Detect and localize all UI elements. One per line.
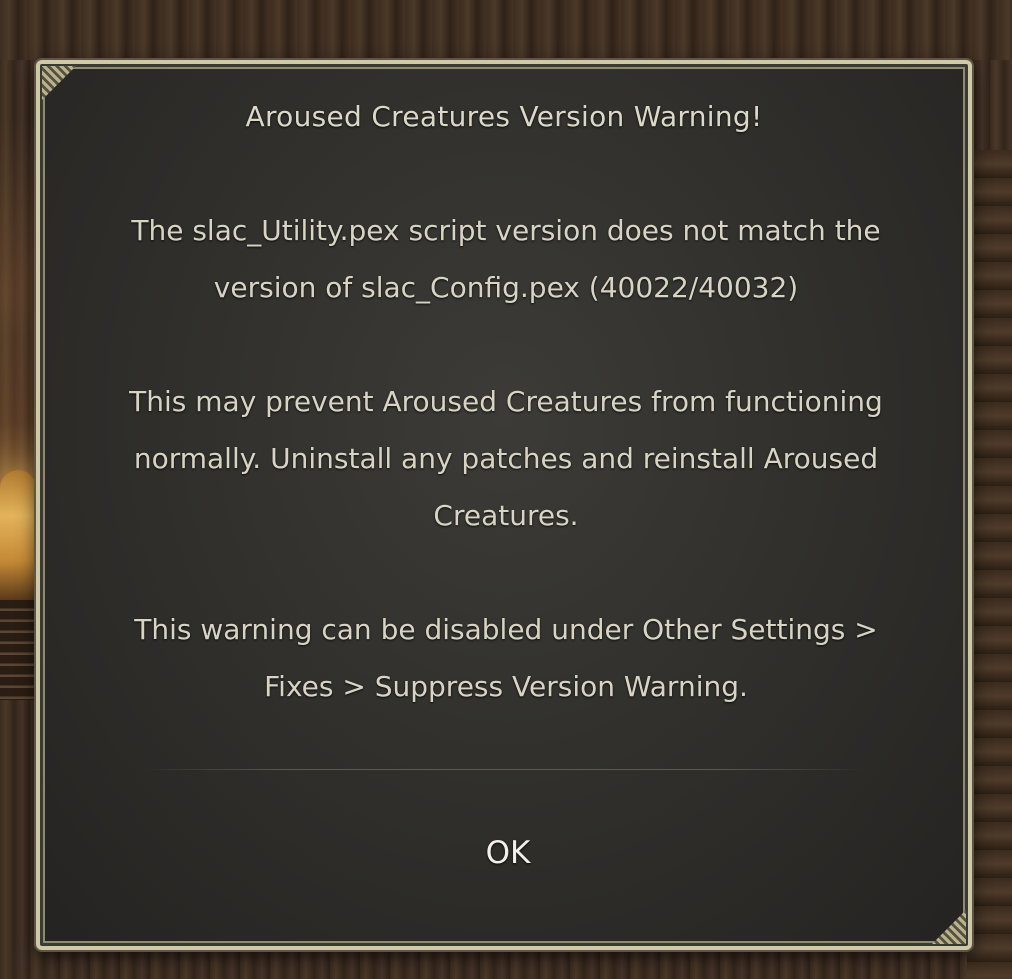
background-wood-wall: [967, 150, 1012, 979]
message-paragraph: The slac_Utility.pex script version does…: [131, 214, 881, 304]
corner-ornament-icon: [932, 910, 966, 944]
game-background: Aroused Creatures Version Warning! The s…: [0, 0, 1012, 979]
background-wood-beam: [0, 0, 1012, 60]
ok-button[interactable]: OK: [458, 826, 558, 880]
divider: [140, 769, 868, 770]
dialog-title: Aroused Creatures Version Warning!: [245, 100, 763, 133]
message-paragraph: This may prevent Aroused Creatures from …: [129, 385, 883, 532]
message-paragraph: This warning can be disabled under Other…: [134, 613, 878, 703]
message-box: Aroused Creatures Version Warning! The s…: [36, 60, 972, 950]
background-candle-window: [0, 470, 36, 600]
corner-ornament-icon: [42, 66, 76, 100]
dialog-message: The slac_Utility.pex script version does…: [110, 202, 902, 715]
background-shelf: [0, 600, 40, 700]
